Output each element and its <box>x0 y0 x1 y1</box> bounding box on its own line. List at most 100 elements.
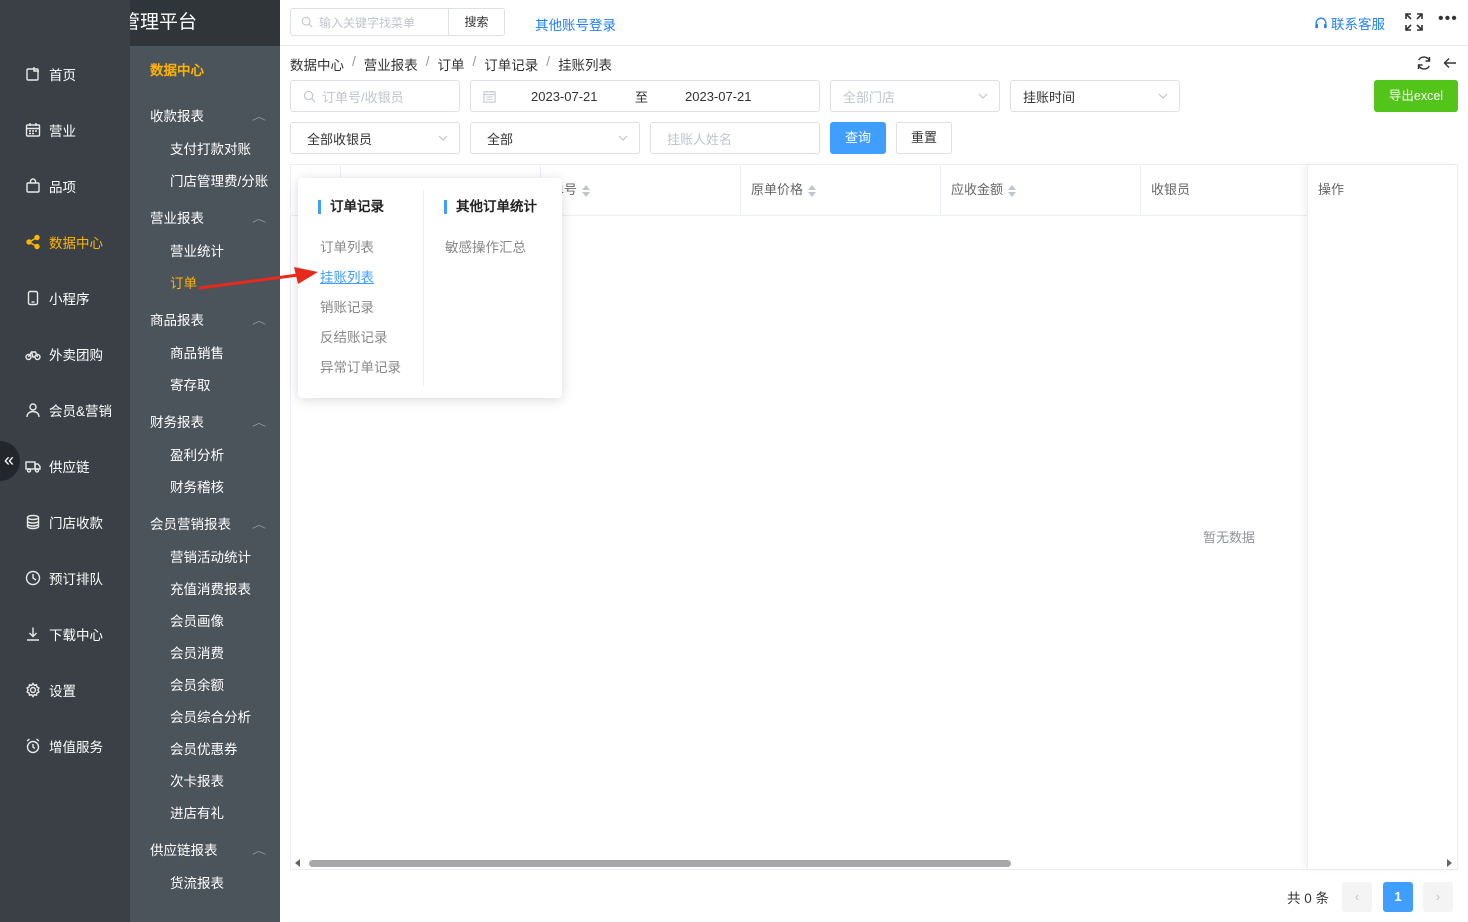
nav-label: 预订排队 <box>49 572 103 587</box>
sub-nav: 数据中心 收款报表 ︿ 支付打款对账 门店管理费/分账 营业报表 ︿ 营业统计 订单… <box>130 46 280 922</box>
sub-item-orders[interactable]: 订单 <box>130 268 280 300</box>
export-excel-button[interactable]: 导出excel <box>1374 80 1458 112</box>
sort-icon[interactable] <box>808 184 817 197</box>
nav-item-delivery[interactable]: 外卖团购 <box>0 326 130 382</box>
popover-link-write-off[interactable]: 销账记录 <box>320 296 374 316</box>
group-label: 会员营销报表 <box>150 517 231 532</box>
scroll-left-arrow-icon[interactable] <box>295 859 300 867</box>
main-nav-list: 首页 营业 品项 数据中心 小程序 外卖团购 会员&营销 供应链 门店收款 预订… <box>0 46 130 774</box>
sub-item-profit[interactable]: 盈利分析 <box>130 440 280 472</box>
popover-column-order-records: 订单记录 订单列表 挂账列表 销账记录 反结账记录 异常订单记录 <box>298 190 424 386</box>
sub-item-storage[interactable]: 寄存取 <box>130 370 280 402</box>
breadcrumb-separator: / <box>546 54 551 69</box>
popover-link-order-list[interactable]: 订单列表 <box>320 236 374 256</box>
nav-label: 小程序 <box>49 292 90 307</box>
sub-group-business-report[interactable]: 营业报表 ︿ <box>130 198 280 236</box>
nav-item-reservation[interactable]: 预订排队 <box>0 550 130 606</box>
sort-icon[interactable] <box>582 184 591 197</box>
chevron-up-icon: ︿ <box>252 213 266 225</box>
nav-item-mini-program[interactable]: 小程序 <box>0 270 130 326</box>
sub-item-member-coupon[interactable]: 会员优惠券 <box>130 734 280 766</box>
sub-item-goods-flow[interactable]: 货流报表 <box>130 868 280 900</box>
horizontal-scrollbar[interactable] <box>291 857 1457 869</box>
sub-group-payment-report[interactable]: 收款报表 ︿ <box>130 96 280 134</box>
nav-label: 营业 <box>49 124 76 139</box>
nav-item-home[interactable]: 首页 <box>0 46 130 102</box>
scrollbar-thumb[interactable] <box>309 860 1011 867</box>
pagination-page-1[interactable]: 1 <box>1383 882 1413 912</box>
table-header-original-price[interactable]: 原单价格 <box>741 165 941 215</box>
nav-item-value-added[interactable]: 增值服务 <box>0 718 130 774</box>
time-type-select[interactable]: 挂账时间 <box>1010 80 1180 112</box>
breadcrumb-item[interactable]: 营业报表 <box>364 54 418 74</box>
other-account-login-link[interactable]: 其他账号登录 <box>535 14 616 34</box>
refresh-icon[interactable] <box>1416 55 1432 71</box>
popover-link-reverse-checkout[interactable]: 反结账记录 <box>320 326 388 346</box>
nav-item-products[interactable]: 品项 <box>0 158 130 214</box>
sub-item-marketing-stats[interactable]: 营销活动统计 <box>130 542 280 574</box>
more-menu-icon[interactable]: ••• <box>1438 10 1458 28</box>
sort-icon[interactable] <box>1008 184 1017 197</box>
nav-item-member-marketing[interactable]: 会员&营销 <box>0 382 130 438</box>
pagination-next-button[interactable]: › <box>1423 882 1453 912</box>
menu-search-input[interactable]: 输入关键字找菜单 <box>290 8 448 36</box>
gear-icon <box>24 682 41 699</box>
date-range-picker[interactable]: 2023-07-21 至 2023-07-21 <box>470 80 820 112</box>
sub-item-business-stats[interactable]: 营业统计 <box>130 236 280 268</box>
sub-item-member-profile[interactable]: 会员画像 <box>130 606 280 638</box>
cashier-select[interactable]: 全部收银员 <box>290 122 460 154</box>
date-start[interactable]: 2023-07-21 <box>531 89 598 104</box>
table-header-order-no[interactable]: 单号 <box>541 165 741 215</box>
pagination-total: 共 0 条 <box>1287 891 1330 906</box>
nav-item-download-center[interactable]: 下载中心 <box>0 606 130 662</box>
scroll-right-arrow-icon[interactable] <box>1447 859 1452 867</box>
sub-group-member-report[interactable]: 会员营销报表 ︿ <box>130 504 280 542</box>
debtor-name-input[interactable]: 挂账人姓名 <box>650 122 820 154</box>
sub-item-recharge[interactable]: 充值消费报表 <box>130 574 280 606</box>
nav-item-settings[interactable]: 设置 <box>0 662 130 718</box>
debtor-name-placeholder: 挂账人姓名 <box>667 131 733 147</box>
popover-link-sensitive-ops[interactable]: 敏感操作汇总 <box>445 236 526 256</box>
sub-item-store-fee[interactable]: 门店管理费/分账 <box>130 166 280 198</box>
breadcrumb-item[interactable]: 订单记录 <box>484 54 538 74</box>
top-bar: 输入关键字找菜单 搜索 其他账号登录 联系客服 ••• <box>280 0 1468 46</box>
sub-group-supply-report[interactable]: 供应链报表 ︿ <box>130 830 280 868</box>
contact-service-link[interactable]: 联系客服 <box>1314 13 1385 33</box>
status-select[interactable]: 全部 <box>470 122 640 154</box>
sub-item-product-sales[interactable]: 商品销售 <box>130 338 280 370</box>
pagination-prev-button[interactable]: ‹ <box>1342 882 1372 912</box>
sub-group-finance-report[interactable]: 财务报表 ︿ <box>130 402 280 440</box>
popover-heading: 订单记录 <box>318 200 384 214</box>
menu-search-button[interactable]: 搜索 <box>448 8 505 36</box>
popover-link-abnormal-orders[interactable]: 异常订单记录 <box>320 356 401 376</box>
nav-label: 设置 <box>49 684 76 699</box>
back-arrow-icon[interactable] <box>1442 55 1458 71</box>
status-select-value: 全部 <box>487 131 514 147</box>
nav-item-data-center[interactable]: 数据中心 <box>0 214 130 270</box>
nav-item-store-payment[interactable]: 门店收款 <box>0 494 130 550</box>
empty-state-text: 暂无数据 <box>1203 530 1256 545</box>
fullscreen-icon[interactable] <box>1404 12 1424 32</box>
breadcrumb-item[interactable]: 订单 <box>438 54 465 74</box>
query-button[interactable]: 查询 <box>830 122 886 154</box>
order-search-input[interactable]: 订单号/收银员 <box>290 80 460 112</box>
nav-item-business[interactable]: 营业 <box>0 102 130 158</box>
group-label: 收款报表 <box>150 109 204 124</box>
breadcrumb-item[interactable]: 数据中心 <box>290 54 344 74</box>
sub-item-member-consume[interactable]: 会员消费 <box>130 638 280 670</box>
sub-item-member-analysis[interactable]: 会员综合分析 <box>130 702 280 734</box>
reset-button[interactable]: 重置 <box>896 122 952 154</box>
sub-item-entry-gift[interactable]: 进店有礼 <box>130 798 280 830</box>
group-label: 财务报表 <box>150 415 204 430</box>
popover-link-credit-list[interactable]: 挂账列表 <box>320 266 374 286</box>
sub-item-payment-reconcile[interactable]: 支付打款对账 <box>130 134 280 166</box>
sub-group-product-report[interactable]: 商品报表 ︿ <box>130 300 280 338</box>
sub-item-member-balance[interactable]: 会员余额 <box>130 670 280 702</box>
nav-item-supply-chain[interactable]: 供应链 <box>0 438 130 494</box>
store-select[interactable]: 全部门店 <box>830 80 1000 112</box>
sub-item-card-report[interactable]: 次卡报表 <box>130 766 280 798</box>
table-header-receivable[interactable]: 应收金额 <box>941 165 1141 215</box>
header-label: 原单价格 <box>751 182 804 197</box>
date-end[interactable]: 2023-07-21 <box>685 89 752 104</box>
sub-item-audit[interactable]: 财务稽核 <box>130 472 280 504</box>
